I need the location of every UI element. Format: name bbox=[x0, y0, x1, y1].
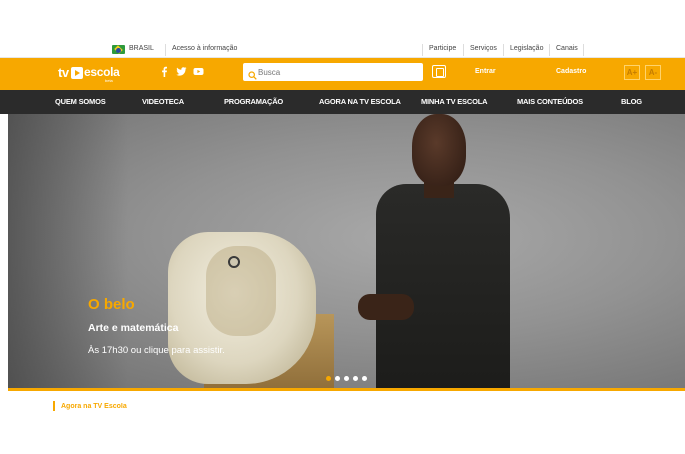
accessibility-icon[interactable] bbox=[432, 65, 446, 78]
youtube-icon[interactable] bbox=[193, 66, 204, 77]
nav-item-programacao[interactable]: PROGRAMAÇÃO bbox=[224, 97, 283, 106]
search-input[interactable] bbox=[258, 65, 418, 79]
sculpture-drain bbox=[228, 256, 240, 268]
divider bbox=[165, 44, 166, 56]
font-decrease-button[interactable]: A- bbox=[645, 65, 661, 80]
hero-title[interactable]: O belo bbox=[88, 296, 135, 313]
hero-description[interactable]: Às 17h30 ou clique para assistir. bbox=[88, 345, 225, 356]
presenter-body bbox=[376, 184, 510, 388]
twitter-icon[interactable] bbox=[176, 66, 187, 77]
gov-link-canais[interactable]: Canais bbox=[556, 45, 578, 52]
hero-presenter bbox=[358, 114, 528, 388]
presenter-hands bbox=[358, 294, 414, 320]
nav-item-minha-tv-escola[interactable]: MINHA TV ESCOLA bbox=[421, 97, 488, 106]
nav-item-blog[interactable]: BLOG bbox=[621, 97, 642, 106]
facebook-icon[interactable] bbox=[159, 66, 170, 77]
carousel-dot-4[interactable] bbox=[353, 376, 358, 381]
nav-item-agora-na-tv-escola[interactable]: AGORA NA TV ESCOLA bbox=[319, 97, 401, 106]
logo-escola-text: escola bbox=[84, 65, 120, 79]
logo-play-icon bbox=[71, 67, 83, 79]
divider bbox=[463, 44, 464, 56]
logo-tv-text: tv bbox=[58, 65, 69, 80]
divider bbox=[549, 44, 550, 56]
nav-item-mais-conteudos[interactable]: MAIS CONTEÚDOS bbox=[517, 97, 583, 106]
hero-bottom-bar bbox=[8, 388, 685, 391]
brazil-flag-icon[interactable] bbox=[112, 45, 125, 54]
carousel-dot-3[interactable] bbox=[344, 376, 349, 381]
site-header: tv escola beta Entrar Cadastro A+ A- bbox=[0, 58, 685, 88]
signup-link[interactable]: Cadastro bbox=[556, 68, 586, 75]
carousel-dot-2[interactable] bbox=[335, 376, 340, 381]
carousel-dot-1[interactable] bbox=[326, 376, 331, 381]
font-increase-button[interactable]: A+ bbox=[624, 65, 640, 80]
gov-country-link[interactable]: BRASIL bbox=[129, 45, 154, 52]
presenter-head bbox=[412, 114, 466, 186]
gov-link-legislacao[interactable]: Legislação bbox=[510, 45, 543, 52]
section-marker bbox=[53, 401, 55, 411]
divider bbox=[503, 44, 504, 56]
hero-sculpture bbox=[168, 232, 316, 384]
carousel-dot-5[interactable] bbox=[362, 376, 367, 381]
gov-link-participe[interactable]: Participe bbox=[429, 45, 456, 52]
nav-item-videoteca[interactable]: VIDEOTECA bbox=[142, 97, 184, 106]
nav-item-quem-somos[interactable]: QUEM SOMOS bbox=[55, 97, 106, 106]
search-icon[interactable] bbox=[248, 67, 257, 80]
main-nav: QUEM SOMOS VIDEOTECA PROGRAMAÇÃO AGORA N… bbox=[0, 88, 685, 114]
search-box bbox=[243, 63, 423, 81]
page: BRASIL Acesso à informação Participe Ser… bbox=[0, 0, 685, 454]
divider bbox=[583, 44, 584, 56]
login-link[interactable]: Entrar bbox=[475, 68, 496, 75]
hero-subtitle: Arte e matemática bbox=[88, 322, 179, 334]
section-title: Agora na TV Escola bbox=[61, 403, 127, 410]
logo-beta-text: beta bbox=[105, 78, 113, 83]
gov-bar: BRASIL Acesso à informação Participe Ser… bbox=[0, 44, 685, 58]
divider bbox=[422, 44, 423, 56]
gov-link-servicos[interactable]: Serviços bbox=[470, 45, 497, 52]
info-access-link[interactable]: Acesso à informação bbox=[172, 45, 237, 52]
